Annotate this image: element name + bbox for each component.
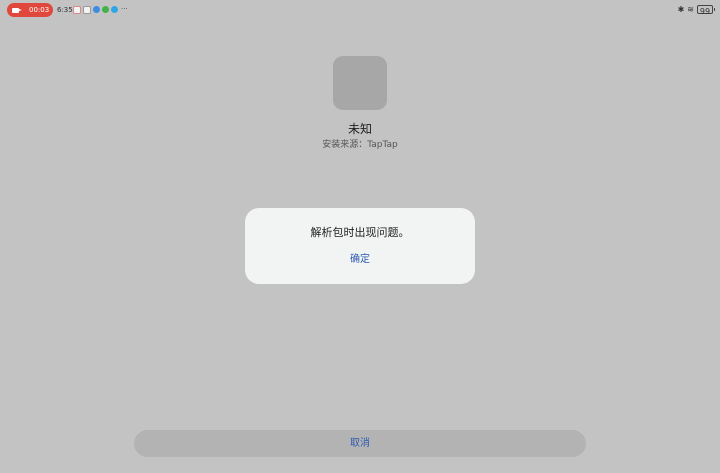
cancel-button[interactable]: 取消	[134, 430, 586, 457]
status-bar: 00:03 6:35 ··· ✱ ≋ 99	[0, 0, 720, 20]
system-icons: ✱ ≋ 99	[677, 4, 715, 16]
app-icon	[111, 6, 118, 13]
error-dialog: 解析包时出现问题。 确定	[245, 208, 475, 284]
more-icon: ···	[121, 5, 128, 13]
confirm-button[interactable]: 确定	[330, 250, 390, 270]
app-name: 未知	[347, 122, 372, 136]
dialog-message: 解析包时出现问题。	[310, 226, 410, 239]
notification-icons: ···	[73, 5, 128, 14]
bluetooth-icon: ✱	[677, 5, 685, 14]
video-camera-icon	[12, 7, 22, 13]
notification-icon	[73, 5, 81, 14]
screen-recording-indicator[interactable]: 00:03	[7, 3, 53, 17]
notification-icon	[83, 5, 91, 14]
wechat-icon	[102, 6, 109, 13]
app-icon-placeholder	[333, 56, 387, 110]
app-icon	[93, 6, 100, 13]
install-source: 安装来源：TapTap	[322, 140, 398, 150]
recording-time: 00:03	[29, 6, 50, 14]
wifi-icon: ≋	[687, 5, 694, 14]
status-clock: 6:35	[57, 6, 73, 14]
battery-level: 99	[699, 7, 711, 16]
battery-icon: 99	[697, 5, 715, 16]
